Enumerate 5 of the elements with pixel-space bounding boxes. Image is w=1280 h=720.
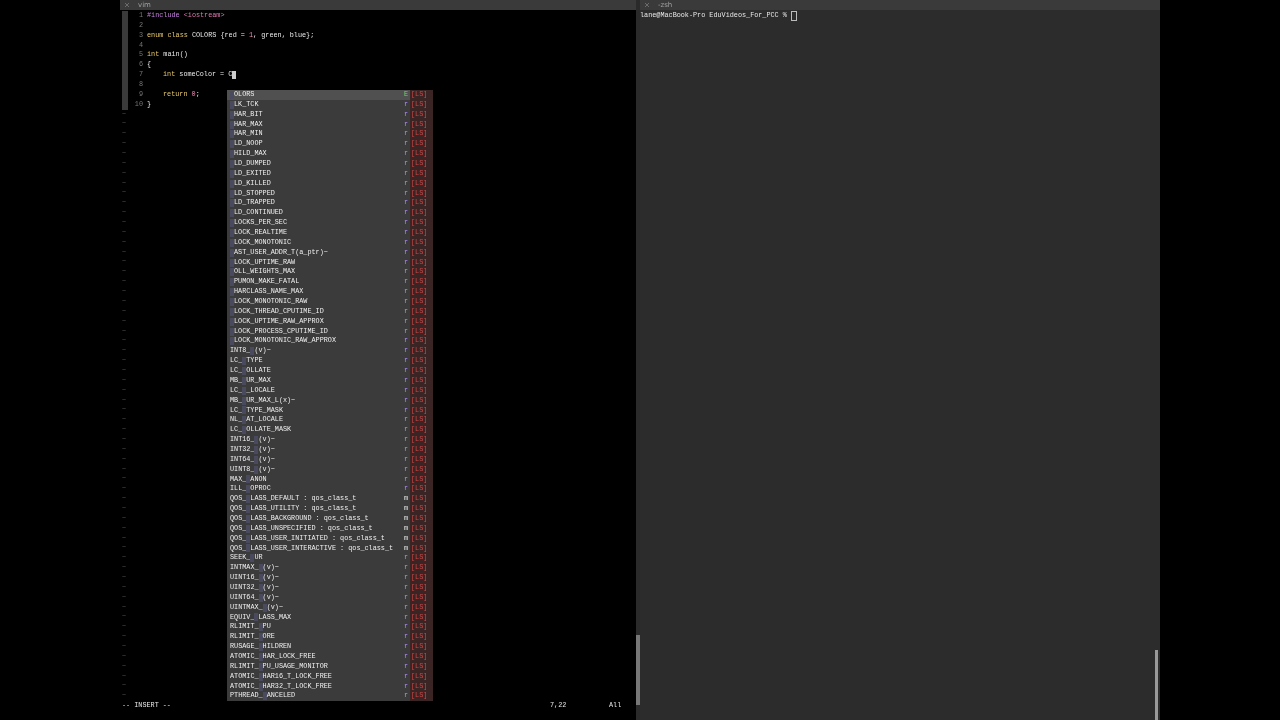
close-icon[interactable] [644,2,650,8]
close-icon[interactable] [124,2,130,8]
scrollbar[interactable] [636,635,640,705]
scrollbar[interactable] [1155,650,1158,720]
text-cursor [790,10,797,21]
